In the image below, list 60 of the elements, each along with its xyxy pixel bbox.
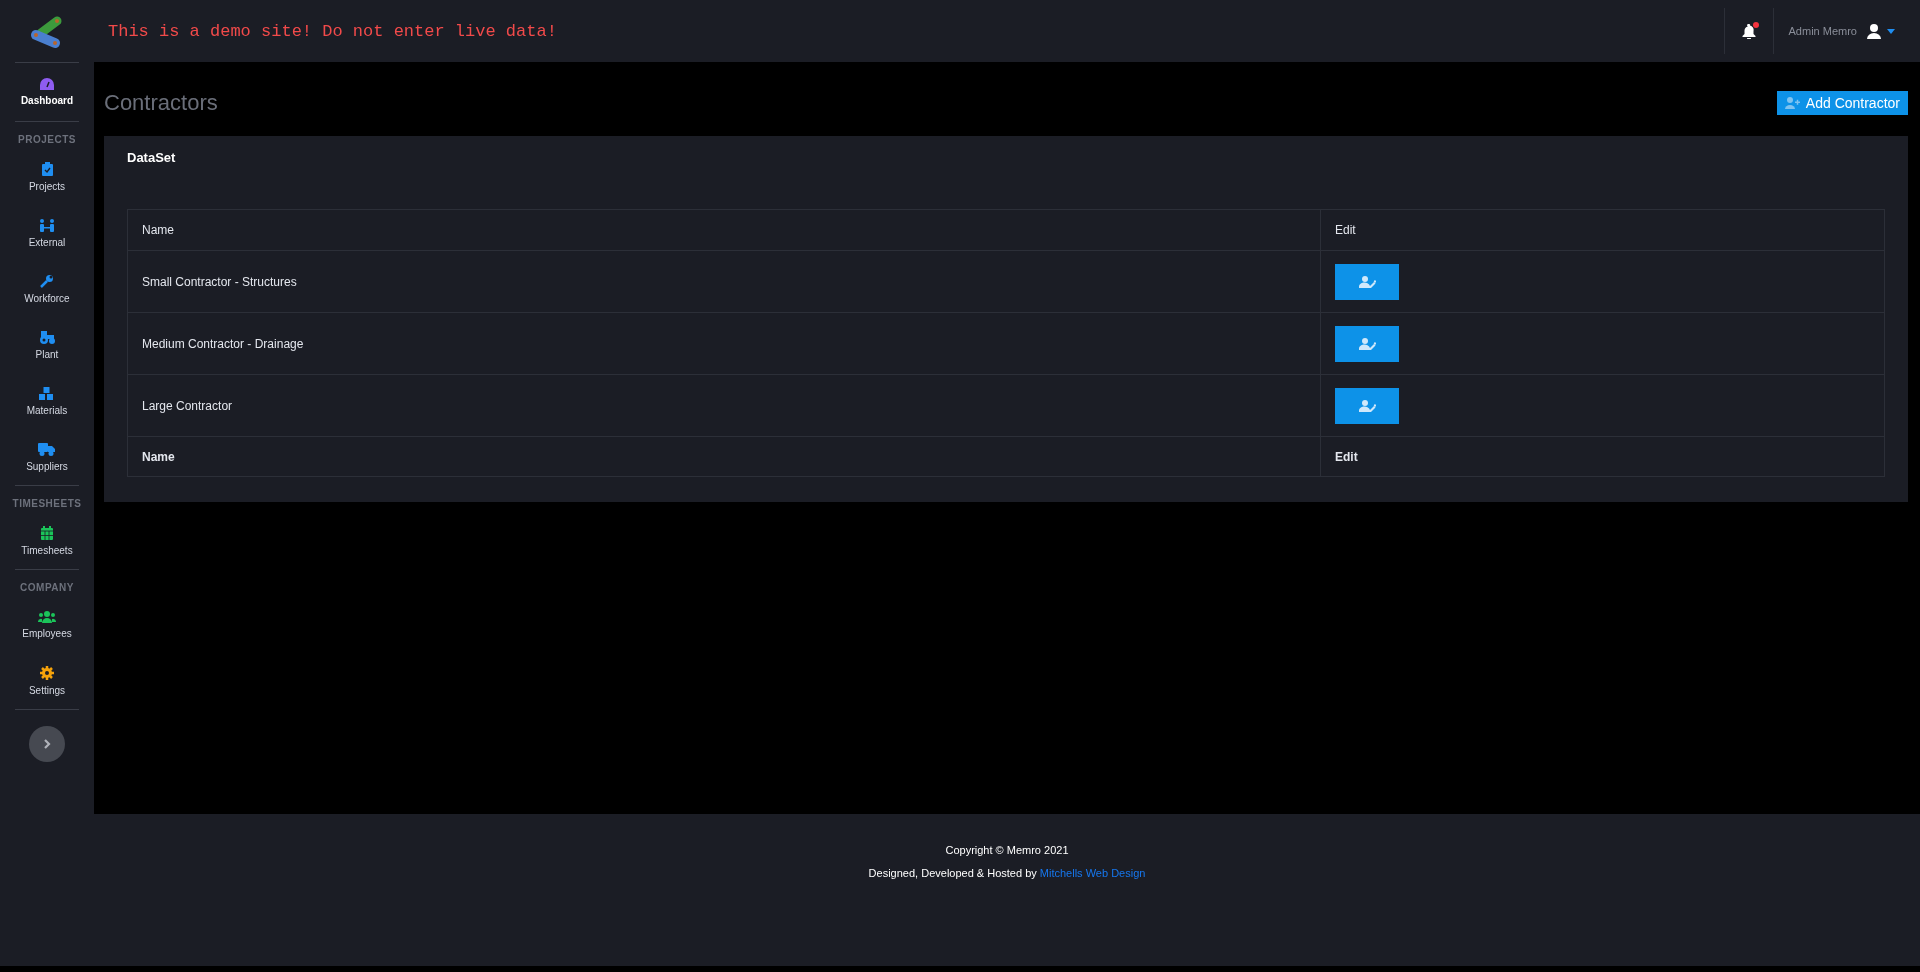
column-footer: Name [127, 436, 1321, 477]
gear-icon [40, 666, 54, 680]
sidebar-item[interactable]: Dashboard [20, 63, 74, 121]
users-icon [38, 611, 56, 623]
credit-text: Designed, Developed & Hosted by Mitchells Web Design [867, 866, 1147, 881]
edit-button[interactable] [1335, 263, 1399, 300]
sidebar-item[interactable]: Employees [22, 597, 72, 653]
cubes-icon [39, 386, 55, 400]
sidebar-item[interactable]: Suppliers [26, 429, 68, 485]
edit-button[interactable] [1335, 325, 1399, 362]
expand-sidebar-button[interactable] [29, 726, 65, 762]
user-edit-icon [1358, 337, 1376, 350]
sidebar-item-label: Materials [26, 404, 68, 416]
sidebar-item[interactable]: External [28, 205, 66, 261]
column-header: Name [127, 209, 1321, 251]
sidebar-item[interactable]: Projects [28, 149, 66, 205]
user-plus-icon [1784, 97, 1800, 109]
page-title: Contractors [104, 90, 218, 116]
sidebar-item-label: Suppliers [26, 460, 68, 472]
user-edit-icon [1358, 399, 1376, 412]
sidebar-item-label: Projects [28, 181, 66, 192]
user-icon [1867, 23, 1881, 39]
user-edit-icon [1358, 275, 1376, 288]
sidebar-item[interactable]: Materials [26, 373, 68, 429]
sidebar-item-label: Employees [22, 628, 72, 639]
truck-icon [38, 442, 56, 456]
table-cell: Small Contractor - Structures [127, 250, 1321, 313]
table-cell: Large Contractor [127, 374, 1321, 437]
calendar-icon [41, 526, 53, 540]
sidebar-item-label: External [28, 236, 66, 248]
sidebar-item-label: Timesheets [21, 545, 73, 556]
clipboard-check-icon [41, 162, 53, 176]
sidebar-item[interactable]: Settings [28, 653, 66, 709]
sidebar-item-label: Workforce [24, 292, 70, 304]
copyright-text: Copyright © Memro 2021 [944, 843, 1070, 858]
section-heading: TIMESHEETS [12, 497, 82, 511]
demo-warning-text: This is a demo site! Do not enter live data! [108, 21, 557, 41]
caret-icon [1887, 28, 1895, 34]
table-cell: Medium Contractor - Drainage [127, 312, 1321, 375]
sidebar-item[interactable]: Workforce [24, 261, 70, 317]
edit-button[interactable] [1335, 387, 1399, 424]
column-header: Edit [1320, 209, 1885, 251]
sidebar-item-label: Dashboard [20, 95, 74, 106]
tractor-icon [39, 330, 55, 344]
sidebar-item[interactable]: Plant [35, 317, 59, 373]
wrench-icon [40, 274, 54, 288]
section-heading: PROJECTS [18, 133, 76, 147]
card-title: DataSet [127, 150, 177, 165]
section-heading: COMPANY [20, 581, 74, 595]
sidebar-item-label: Plant [35, 348, 59, 360]
people-arrows-icon [39, 218, 55, 232]
column-footer: Edit [1320, 436, 1885, 477]
user-name: Admin Memro [1788, 25, 1857, 37]
gauge-icon [40, 78, 54, 90]
user-menu-button[interactable] [1867, 23, 1895, 39]
bell-icon [1741, 23, 1756, 39]
sidebar-item-label: Settings [28, 685, 66, 696]
credit-link[interactable]: Mitchells Web Design [1039, 867, 1146, 879]
sidebar-item[interactable]: Timesheets [21, 513, 73, 569]
chevron-right-icon [43, 739, 51, 749]
